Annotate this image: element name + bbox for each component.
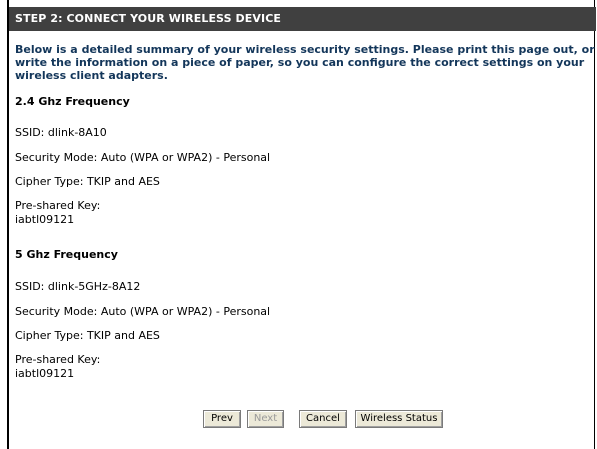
step-header: STEP 2: CONNECT YOUR WIRELESS DEVICE [9, 7, 596, 31]
band-24-cipher-type: Cipher Type: TKIP and AES [15, 175, 160, 188]
next-button[interactable]: Next [247, 410, 284, 428]
band-5-title: 5 Ghz Frequency [15, 248, 118, 261]
band-5-psk-label: Pre-shared Key: [15, 353, 101, 366]
band-24-ssid: SSID: dlink-8A10 [15, 126, 107, 139]
prev-button[interactable]: Prev [203, 410, 241, 428]
button-bar: Prev Next Cancel Wireless Status [9, 410, 596, 430]
intro-text: Below is a detailed summary of your wire… [15, 43, 595, 82]
band-5-psk-value: iabtl09121 [15, 367, 75, 380]
band-24-psk-label: Pre-shared Key: [15, 199, 101, 212]
cancel-button[interactable]: Cancel [299, 410, 347, 428]
band-5-ssid: SSID: dlink-5GHz-8A12 [15, 280, 141, 293]
band-24-security-mode: Security Mode: Auto (WPA or WPA2) - Pers… [15, 151, 271, 164]
band-24-title: 2.4 Ghz Frequency [15, 95, 130, 108]
content-frame: STEP 2: CONNECT YOUR WIRELESS DEVICE Bel… [7, 0, 596, 449]
band-5-security-mode: Security Mode: Auto (WPA or WPA2) - Pers… [15, 305, 271, 318]
wireless-status-button[interactable]: Wireless Status [355, 410, 443, 428]
band-5-cipher-type: Cipher Type: TKIP and AES [15, 329, 160, 342]
band-24-psk-value: iabtl09121 [15, 213, 75, 226]
